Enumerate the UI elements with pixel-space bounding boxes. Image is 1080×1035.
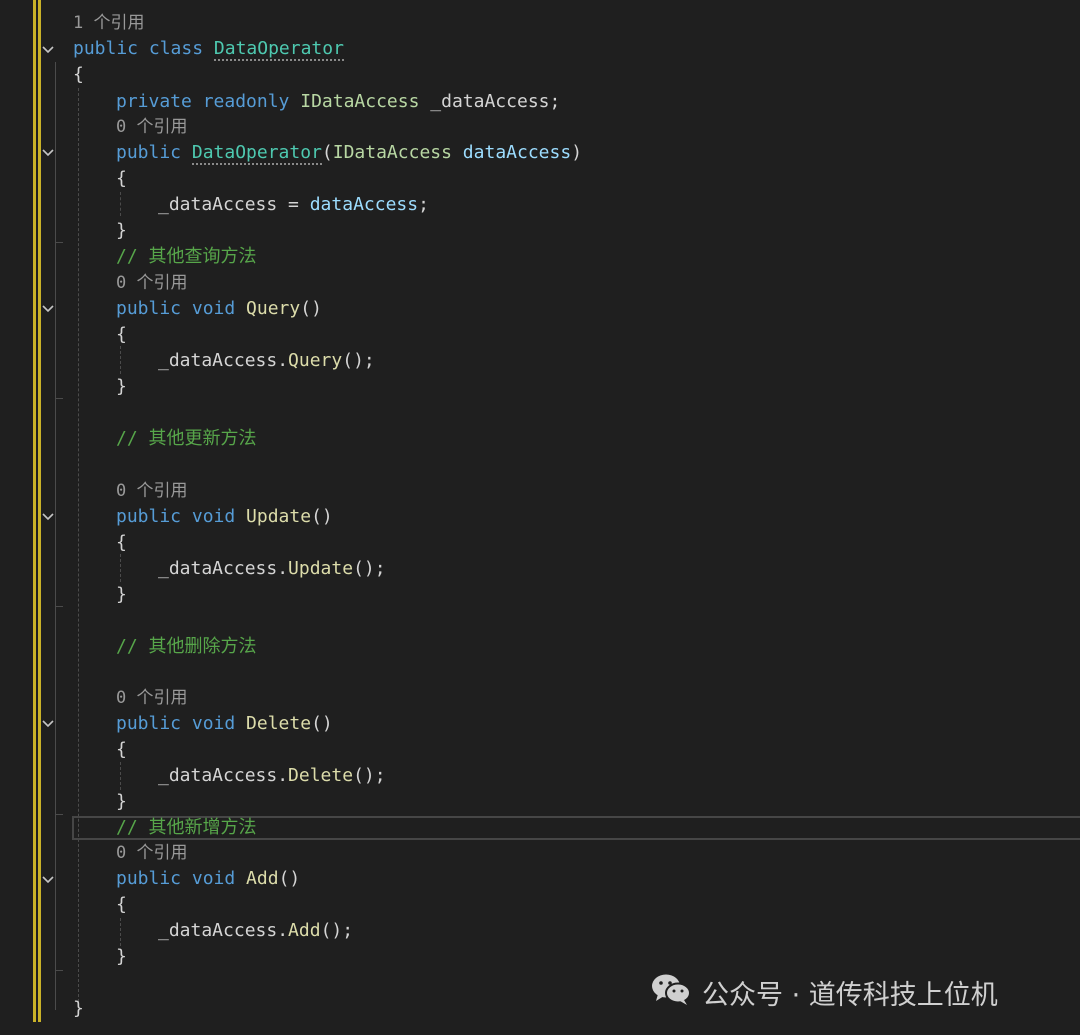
code-comment[interactable]: // 其他更新方法 — [116, 426, 257, 452]
punctuation: (); — [342, 350, 375, 371]
wechat-icon — [650, 972, 692, 1013]
keyword: public void — [116, 298, 247, 319]
code-line-brace[interactable]: } — [116, 218, 127, 244]
param-type: IDataAccess — [332, 142, 452, 163]
code-line-brace[interactable]: { — [116, 892, 127, 918]
code-comment[interactable]: // 其他删除方法 — [116, 634, 257, 660]
method-call: Add — [288, 920, 321, 941]
watermark-text: 公众号 · 道传科技上位机 — [702, 979, 998, 1011]
param-ref: dataAccess — [309, 194, 419, 215]
punctuation: () — [278, 868, 301, 889]
codelens-references[interactable]: 0 个引用 — [116, 114, 187, 140]
fold-end-query — [55, 398, 63, 399]
method-name: Add — [246, 868, 279, 889]
object-ref: _dataAccess. — [158, 350, 289, 371]
punctuation: () — [300, 298, 322, 319]
code-line-assignment[interactable]: _dataAccess = dataAccess; — [158, 192, 429, 218]
indent-guide-ctor — [120, 192, 121, 216]
chevron-down-icon[interactable] — [40, 716, 56, 732]
class-name: DataOperator — [213, 38, 344, 61]
chevron-down-icon[interactable] — [40, 509, 56, 525]
code-line-brace[interactable]: } — [116, 789, 127, 815]
keyword: public void — [116, 713, 247, 734]
keyword: public — [116, 142, 192, 163]
punctuation: (); — [320, 920, 354, 941]
fold-end-add — [55, 970, 63, 971]
code-line-call-delete[interactable]: _dataAccess.Delete(); — [158, 763, 386, 789]
code-line-brace[interactable]: { — [116, 166, 127, 192]
chevron-down-icon[interactable] — [40, 872, 56, 888]
object-ref: _dataAccess. — [158, 558, 289, 579]
code-line-constructor[interactable]: public DataOperator(IDataAccess dataAcce… — [116, 140, 582, 166]
punctuation: ; — [418, 194, 429, 215]
code-line-brace[interactable]: { — [116, 737, 127, 763]
method-name: Update — [246, 506, 312, 527]
code-line-brace[interactable]: } — [116, 582, 127, 608]
object-ref: _dataAccess. — [158, 920, 289, 941]
indent-guide-query — [120, 346, 121, 374]
change-bar-outer — [33, 0, 36, 1022]
fold-end-update — [55, 606, 63, 607]
punctuation: (); — [353, 765, 386, 786]
codelens-references[interactable]: 0 个引用 — [116, 478, 187, 504]
punctuation: () — [311, 713, 333, 734]
code-line-brace[interactable]: } — [73, 996, 84, 1022]
field-name: _dataAccess; — [419, 91, 561, 112]
indent-guide-add — [120, 918, 121, 946]
watermark: 公众号 · 道传科技上位机 — [650, 972, 998, 1012]
codelens-references[interactable]: 0 个引用 — [116, 270, 187, 296]
code-comment[interactable]: // 其他查询方法 — [116, 244, 257, 270]
code-line-brace[interactable]: { — [116, 530, 127, 556]
code-line-method-update[interactable]: public void Update() — [116, 504, 333, 530]
code-line-method-delete[interactable]: public void Delete() — [116, 711, 333, 737]
code-line-field[interactable]: private readonly IDataAccess _dataAccess… — [116, 89, 560, 115]
method-call: Delete — [288, 765, 354, 786]
punctuation: ) — [571, 142, 583, 163]
punctuation: (); — [353, 558, 386, 579]
method-name: Query — [246, 298, 301, 319]
method-call: Query — [288, 350, 343, 371]
code-line-brace[interactable]: } — [116, 944, 127, 970]
code-line-brace[interactable]: { — [116, 322, 127, 348]
fold-end-ctor — [55, 242, 63, 243]
code-line-call-add[interactable]: _dataAccess.Add(); — [158, 918, 353, 944]
code-line-call-update[interactable]: _dataAccess.Update(); — [158, 556, 386, 582]
punctuation: () — [311, 506, 333, 527]
param-name: dataAccess — [451, 142, 572, 163]
code-comment[interactable]: // 其他新增方法 — [116, 815, 257, 841]
indent-guide-class — [78, 88, 79, 1002]
code-line-brace[interactable]: { — [73, 62, 84, 88]
indent-guide-update — [120, 554, 121, 582]
keyword: private readonly — [116, 91, 301, 112]
chevron-down-icon[interactable] — [40, 42, 56, 58]
type-name: IDataAccess — [300, 91, 420, 112]
code-line-class-declaration[interactable]: public class DataOperator — [73, 36, 344, 62]
object-ref: _dataAccess. — [158, 765, 289, 786]
codelens-references[interactable]: 0 个引用 — [116, 685, 187, 711]
code-line-method-query[interactable]: public void Query() — [116, 296, 322, 322]
keyword: public void — [116, 506, 247, 527]
code-editor[interactable]: 1 个引用 public class DataOperator { privat… — [0, 0, 1080, 1035]
code-line-method-add[interactable]: public void Add() — [116, 866, 300, 892]
method-call: Update — [288, 558, 354, 579]
code-line-call-query[interactable]: _dataAccess.Query(); — [158, 348, 375, 374]
chevron-down-icon[interactable] — [40, 145, 56, 161]
codelens-references[interactable]: 1 个引用 — [73, 10, 144, 36]
field-ref: _dataAccess = — [158, 194, 310, 215]
indent-guide-delete — [120, 762, 121, 790]
fold-region-line — [55, 62, 56, 1010]
codelens-references[interactable]: 0 个引用 — [116, 840, 187, 866]
keyword: public void — [116, 868, 247, 889]
chevron-down-icon[interactable] — [40, 301, 56, 317]
method-name: Delete — [246, 713, 312, 734]
keyword: public class — [73, 38, 214, 59]
constructor-name: DataOperator — [191, 142, 322, 165]
code-line-brace[interactable]: } — [116, 374, 127, 400]
punctuation: ( — [321, 142, 333, 163]
fold-end-delete — [55, 814, 63, 815]
